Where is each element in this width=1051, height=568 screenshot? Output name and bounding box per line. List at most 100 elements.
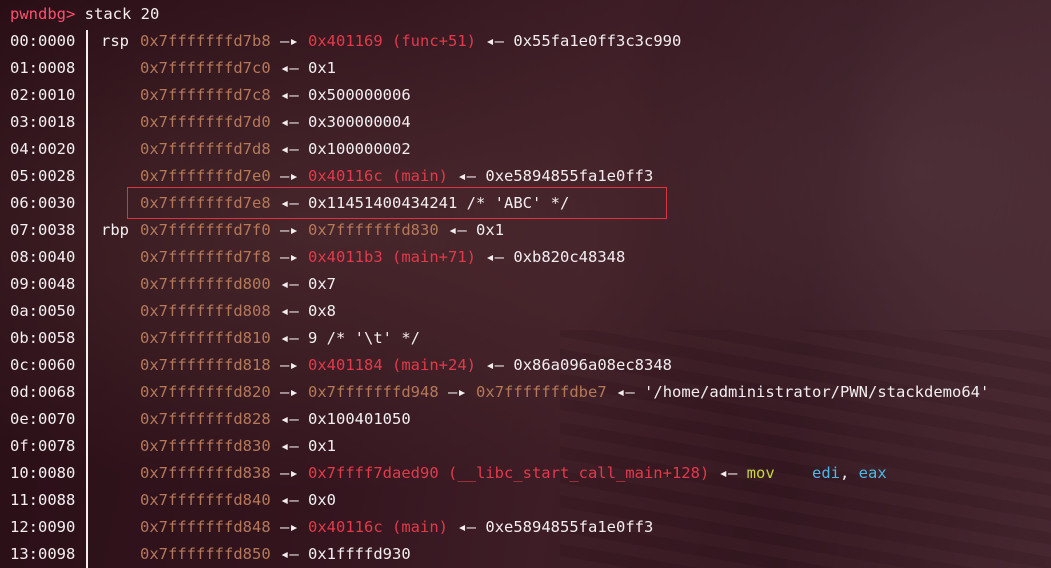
pointer-target: 0x55fa1e0ff3c3c990 — [513, 32, 682, 50]
pointer-arrow: ◂— — [457, 167, 477, 185]
pointer-arrow: —▸ — [280, 248, 299, 266]
pointer-target: 0xe5894855fa1e0ff3 — [485, 518, 654, 536]
stack-row: 07:0038 rbp 0x7fffffffd7f0 —▸ 0x7fffffffd8… — [0, 217, 1051, 244]
pointer-target: 0x7fffffffd948 — [308, 383, 439, 401]
stack-offset: 10:0080 — [10, 464, 76, 482]
pointer-target: 0x500000006 — [308, 86, 411, 104]
stack-offset: 02:0010 — [10, 86, 76, 104]
register-label: rsp — [101, 32, 129, 50]
pointer-chain: 0x7fffffffd830 ◂— 0x1 — [140, 433, 336, 460]
pointer-target: 0x7 — [308, 275, 337, 293]
stack-address: 0x7fffffffd7e8 — [140, 194, 271, 212]
stack-row: 09:0048 0x7fffffffd800 ◂— 0x7 — [0, 271, 1051, 298]
pointer-arrow: ◂— — [280, 410, 299, 428]
stack-row: 01:0008 0x7fffffffd7c0 ◂— 0x1 — [0, 55, 1051, 82]
pointer-arrow: —▸ — [280, 383, 299, 401]
stack-offset: 13:0098 — [10, 545, 76, 563]
pointer-arrow: ◂— — [280, 275, 299, 293]
pointer-target: 0x86a096a08ec8348 — [513, 356, 672, 374]
pointer-target: 0x40116c (main) — [308, 518, 448, 536]
pointer-target: 0x401169 (func+51) — [308, 32, 476, 50]
stack-address: 0x7fffffffd800 — [140, 275, 271, 293]
pointer-target: 0x1ffffd930 — [308, 545, 411, 563]
pointer-target: 0x7fffffffdbe7 — [476, 383, 607, 401]
stack-offset: 01:0008 — [10, 59, 76, 77]
stack-address: 0x7fffffffd7d8 — [140, 140, 271, 158]
pointer-target: 0x401184 (main+24) — [308, 356, 476, 374]
pointer-target: 0x4011b3 (main+71) — [308, 248, 476, 266]
stack-address: 0x7fffffffd7d0 — [140, 113, 271, 131]
pointer-target: 0x300000004 — [308, 113, 411, 131]
pointer-target: 0x100000002 — [308, 140, 411, 158]
pointer-target: 0x1 — [308, 59, 337, 77]
pointer-arrow: ◂— — [485, 248, 505, 266]
stack-row: 12:0090 0x7fffffffd848 —▸ 0x40116c (main)… — [0, 514, 1051, 541]
stack-address: 0x7fffffffd828 — [140, 410, 271, 428]
stack-row: 04:0020 0x7fffffffd7d8 ◂— 0x100000002 — [0, 136, 1051, 163]
stack-row: 02:0010 0x7fffffffd7c8 ◂— 0x500000006 — [0, 82, 1051, 109]
pointer-arrow: ◂— — [280, 329, 299, 347]
stack-offset: 0f:0078 — [10, 437, 76, 455]
stack-row: 0b:0058 0x7fffffffd810 ◂— 9 /* '\t' */ — [0, 325, 1051, 352]
pointer-target: 0x8 — [308, 302, 337, 320]
pointer-target: 0x0 — [308, 491, 337, 509]
command-line: pwndbg> stack 20 — [10, 3, 159, 25]
pointer-chain: 0x7fffffffd7f0 —▸ 0x7fffffffd830 ◂— 0x1 — [140, 217, 504, 244]
register-label: rbp — [101, 221, 129, 239]
pointer-chain: 0x7fffffffd7e8 ◂— 0x11451400434241 /* 'A… — [140, 190, 569, 217]
pointer-arrow: ◂— — [280, 194, 299, 212]
stack-address: 0x7fffffffd7c0 — [140, 59, 271, 77]
pointer-arrow: —▸ — [280, 356, 299, 374]
pointer-chain: 0x7fffffffd7d8 ◂— 0x100000002 — [140, 136, 411, 163]
pointer-target: '/home/administrator/PWN/stackdemo64' — [644, 383, 990, 401]
pointer-chain: 0x7fffffffd810 ◂— 9 /* '\t' */ — [140, 325, 420, 352]
stack-address: 0x7fffffffd838 — [140, 464, 271, 482]
stack-row: 0a:0050 0x7fffffffd808 ◂— 0x8 — [0, 298, 1051, 325]
stack-offset: 03:0018 — [10, 113, 76, 131]
stack-address: 0x7fffffffd830 — [140, 437, 271, 455]
stack-offset: 12:0090 — [10, 518, 76, 536]
asm-operand: edi — [811, 464, 840, 482]
pointer-chain: 0x7fffffffd800 ◂— 0x7 — [140, 271, 336, 298]
pointer-chain: 0x7fffffffd7f8 —▸ 0x4011b3 (main+71) ◂— … — [140, 244, 625, 271]
pointer-chain: 0x7fffffffd808 ◂— 0x8 — [140, 298, 336, 325]
stack-offset: 04:0020 — [10, 140, 76, 158]
stack-address: 0x7fffffffd810 — [140, 329, 271, 347]
pointer-chain: 0x7fffffffd850 ◂— 0x1ffffd930 — [140, 541, 411, 568]
stack-address: 0x7fffffffd7f0 — [140, 221, 271, 239]
stack-offset: 0b:0058 — [10, 329, 76, 347]
pointer-chain: 0x7fffffffd840 ◂— 0x0 — [140, 487, 336, 514]
stack-row: 13:0098 0x7fffffffd850 ◂— 0x1ffffd930 — [0, 541, 1051, 568]
pointer-arrow: —▸ — [280, 32, 299, 50]
pointer-arrow: —▸ — [280, 221, 299, 239]
pwndbg-prompt: pwndbg> — [10, 5, 76, 23]
stack-offset: 08:0040 — [10, 248, 76, 266]
stack-row: 0f:0078 0x7fffffffd830 ◂— 0x1 — [0, 433, 1051, 460]
pointer-target: 0x100401050 — [308, 410, 411, 428]
stack-offset: 0d:0068 — [10, 383, 76, 401]
stack-row: 03:0018 0x7fffffffd7d0 ◂— 0x300000004 — [0, 109, 1051, 136]
stack-offset: 0a:0050 — [10, 302, 76, 320]
stack-row: 08:0040 0x7fffffffd7f8 —▸ 0x4011b3 (main+… — [0, 244, 1051, 271]
stack-address: 0x7fffffffd848 — [140, 518, 271, 536]
pointer-arrow: —▸ — [280, 167, 299, 185]
pointer-arrow: ◂— — [280, 545, 299, 563]
stack-row: 00:0000 rsp 0x7fffffffd7b8 —▸ 0x401169 (fu… — [0, 28, 1051, 55]
pointer-chain: 0x7fffffffd828 ◂— 0x100401050 — [140, 406, 411, 433]
pointer-arrow: —▸ — [280, 518, 299, 536]
stack-address: 0x7fffffffd7e0 — [140, 167, 271, 185]
pointer-target: 9 /* '\t' */ — [308, 329, 420, 347]
stack-row: 0d:0068 0x7fffffffd820 —▸ 0x7fffffffd948 … — [0, 379, 1051, 406]
pointer-arrow: ◂— — [616, 383, 635, 401]
pointer-chain: 0x7fffffffd848 —▸ 0x40116c (main) ◂— 0xe… — [140, 514, 653, 541]
asm-operand: , — [839, 464, 859, 482]
stack-row: 0c:0060 0x7fffffffd818 —▸ 0x401184 (main+… — [0, 352, 1051, 379]
pointer-arrow: ◂— — [457, 518, 477, 536]
stack-offset: 09:0048 — [10, 275, 76, 293]
pointer-target: 0xb820c48348 — [513, 248, 626, 266]
pointer-chain: 0x7fffffffd7c0 ◂— 0x1 — [140, 55, 336, 82]
pointer-arrow: ◂— — [718, 464, 738, 482]
asm-mnemonic: mov — [746, 464, 775, 482]
pointer-target: 0x7ffff7daed90 (__libc_start_call_main+1… — [308, 464, 710, 482]
stack-offset: 11:0088 — [10, 491, 76, 509]
